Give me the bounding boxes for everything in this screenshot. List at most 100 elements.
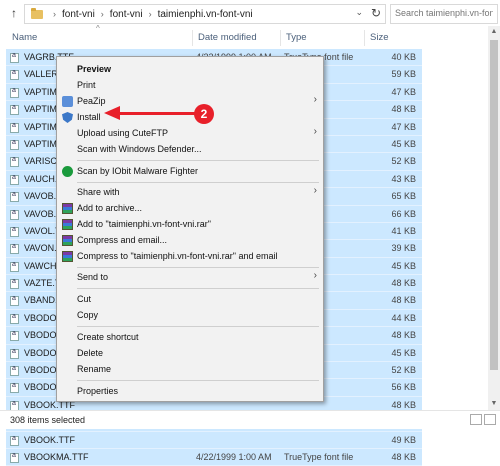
file-size: 43 KB [391,173,416,184]
breadcrumb-item[interactable]: font-vni [62,9,95,20]
sort-ascending-icon: ^ [96,24,100,33]
file-date: 4/22/1999 1:00 AM [196,451,272,462]
menu-item-send-to[interactable]: Send to › [57,269,323,286]
menu-item-label: Add to "taimienphi.vn-font-vni.rar" [77,219,211,229]
column-divider[interactable] [364,30,365,46]
peazip-icon [62,96,73,107]
breadcrumb-item[interactable]: taimienphi.vn-font-vni [158,9,253,20]
menu-item-label: Cut [77,294,92,304]
menu-separator [77,326,319,327]
address-dropdown-icon[interactable]: ⌄ [355,7,363,18]
scroll-up-icon[interactable]: ▲ [488,26,500,38]
column-divider[interactable] [192,30,193,46]
scroll-thumb[interactable] [490,40,498,370]
menu-item-scan-iobit[interactable]: Scan by IObit Malware Fighter [57,163,323,180]
font-file-icon [10,261,19,272]
menu-item-properties[interactable]: Properties [57,383,323,400]
winrar-icon [62,251,73,262]
submenu-arrow-icon: › [313,270,317,281]
font-file-icon [10,139,19,150]
column-date[interactable]: Date modified [198,32,257,43]
up-arrow-icon[interactable]: ↑ [6,4,22,22]
file-size: 52 KB [391,365,416,376]
menu-item-compress-email[interactable]: Compress and email... [57,232,323,249]
font-file-icon [10,452,19,463]
font-file-icon [10,382,19,394]
details-view-icon[interactable] [470,414,482,425]
shield-icon [62,112,73,123]
column-divider[interactable] [280,30,281,46]
winrar-icon [62,235,73,246]
menu-separator [77,380,319,381]
menu-item-add-rar[interactable]: Add to "taimienphi.vn-font-vni.rar" [57,216,323,233]
menu-item-rename[interactable]: Rename [57,361,323,378]
menu-item-scan-defender[interactable]: Scan with Windows Defender... [57,141,323,158]
menu-item-preview[interactable]: Preview [57,61,323,78]
file-name: VBOOK.TTF [24,434,76,445]
column-name[interactable]: Name [12,32,37,43]
menu-item-compress-rar-email[interactable]: Compress to "taimienphi.vn-font-vni.rar"… [57,248,323,265]
column-type[interactable]: Type [286,32,307,43]
address-bar[interactable]: › font-vni › font-vni › taimienphi.vn-fo… [24,4,386,24]
menu-item-delete[interactable]: Delete [57,345,323,362]
font-file-icon [10,122,19,133]
font-file-icon [10,348,19,359]
file-size: 48 KB [391,399,416,410]
file-row[interactable]: VBOOK.TTF 49 KB [6,431,422,449]
font-file-icon [10,87,19,98]
vertical-scrollbar[interactable]: ▲ ▼ [488,26,500,410]
menu-item-copy[interactable]: Copy [57,307,323,324]
menu-item-label: Add to archive... [77,203,143,213]
font-file-icon [10,435,19,446]
file-size: 66 KB [391,208,416,219]
file-row[interactable]: VBOOKMA.TTF 4/22/1999 1:00 AM TrueType fon… [6,448,422,466]
menu-item-label: Properties [77,386,119,396]
submenu-arrow-icon: › [313,185,317,196]
menu-separator [77,288,319,289]
menu-item-label: Copy [77,310,99,320]
breadcrumb-chevron-icon: › [53,9,56,19]
file-size: 56 KB [391,382,416,393]
file-size: 48 KB [391,451,416,462]
breadcrumb-item[interactable]: font-vni [110,9,143,20]
menu-item-label: Install [77,112,101,122]
folder-icon [31,7,43,19]
file-size: 47 KB [391,86,416,97]
menu-separator [77,267,319,268]
file-size: 44 KB [391,312,416,323]
step-badge: 2 [194,104,214,124]
large-icons-view-icon[interactable] [484,414,496,425]
menu-item-print[interactable]: Print [57,77,323,94]
search-input[interactable] [391,5,497,21]
file-size: 48 KB [391,295,416,306]
font-file-icon [10,69,19,81]
font-file-icon [10,156,19,168]
file-size: 45 KB [391,138,416,149]
winrar-icon [62,203,73,214]
menu-item-cut[interactable]: Cut [57,291,323,308]
menu-item-label: Preview [77,64,112,74]
menu-item-create-shortcut[interactable]: Create shortcut [57,329,323,346]
menu-item-peazip[interactable]: PeaZip › [57,93,323,110]
menu-item-label: Compress and email... [77,235,168,245]
search-box[interactable] [390,4,498,24]
menu-item-label: Scan by IObit Malware Fighter [77,166,199,176]
file-size: 39 KB [391,243,416,254]
iobit-icon [62,166,73,177]
file-size: 41 KB [391,225,416,236]
submenu-arrow-icon: › [313,94,317,105]
refresh-icon[interactable]: ↻ [371,6,381,20]
menu-item-label: Create shortcut [77,332,139,342]
font-file-icon [10,365,19,377]
menu-item-add-archive[interactable]: Add to archive... [57,200,323,217]
column-size[interactable]: Size [370,32,388,43]
menu-item-label: Upload using CuteFTP [77,128,169,138]
font-file-icon [10,191,19,203]
file-size: 48 KB [391,104,416,115]
file-size: 40 KB [391,52,416,62]
context-menu: Preview Print PeaZip › Install Upload usi… [56,56,324,402]
menu-item-label: Scan with Windows Defender... [77,144,202,154]
scroll-down-icon[interactable]: ▼ [488,398,500,410]
menu-item-upload-cuteftp[interactable]: Upload using CuteFTP › [57,125,323,142]
menu-item-share-with[interactable]: Share with › [57,184,323,201]
